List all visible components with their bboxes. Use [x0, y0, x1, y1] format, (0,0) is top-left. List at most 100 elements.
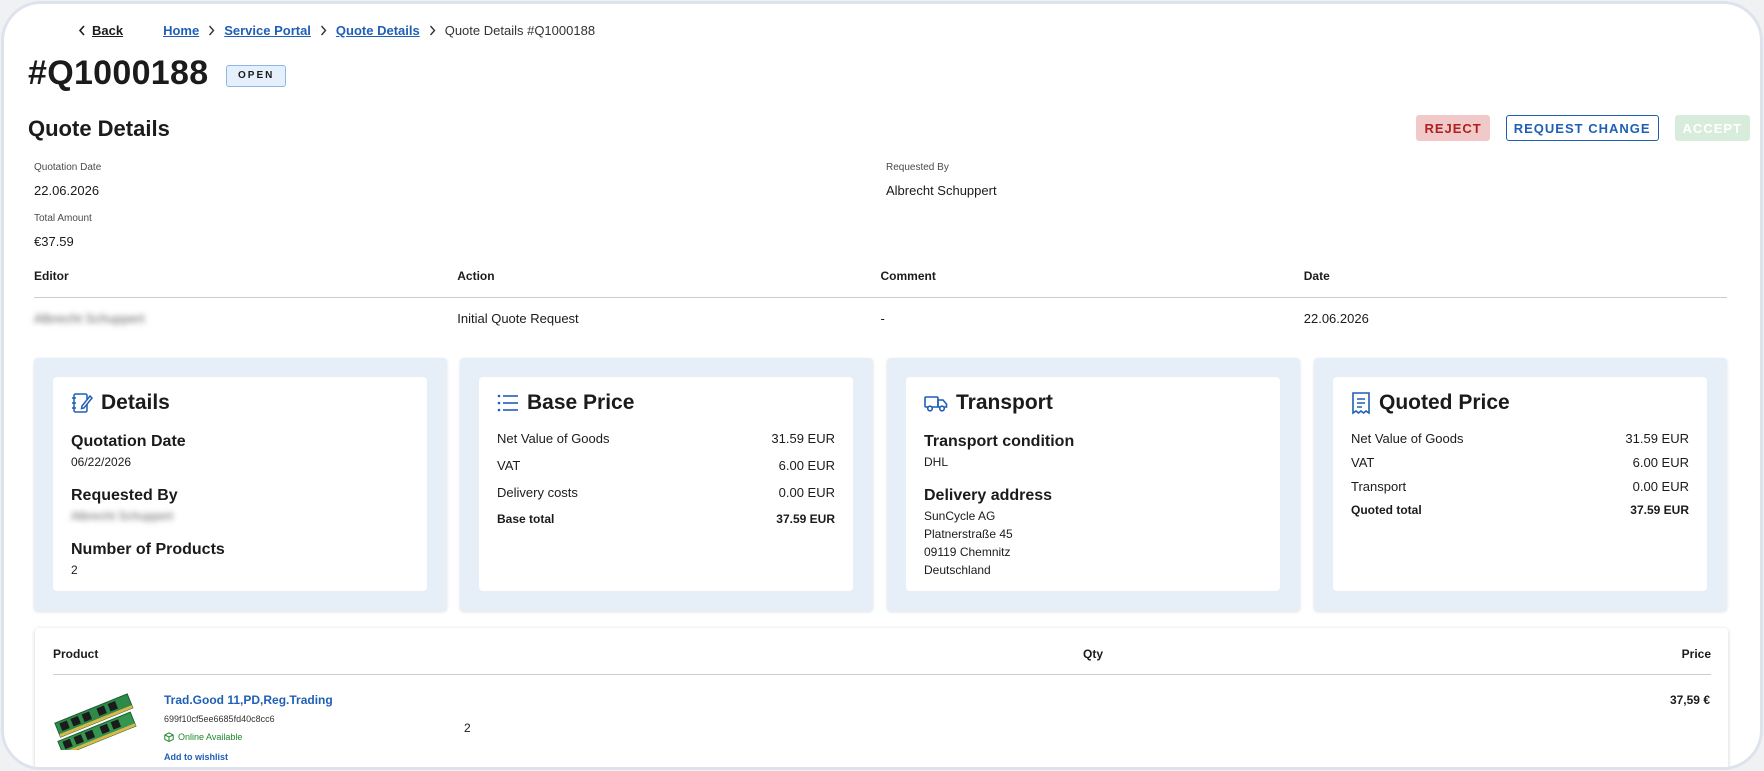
quotation-date-value: 22.06.2026 — [34, 183, 100, 198]
quoted-price-row: Transport 0.00 EUR — [1351, 479, 1689, 503]
details-card-title: Details — [71, 391, 409, 415]
quoted-price-row: VAT 6.00 EUR — [1351, 455, 1689, 479]
col-price: Price — [1681, 647, 1711, 661]
price-label: VAT — [1351, 455, 1375, 470]
products-header: Product Qty Price — [53, 647, 1711, 675]
price-label: Net Value of Goods — [1351, 431, 1464, 446]
breadcrumb-home[interactable]: Home — [163, 23, 199, 38]
base-price-card-body: Base Price Net Value of Goods 31.59 EUR V… — [479, 377, 853, 591]
chevron-right-icon — [320, 25, 327, 36]
price-value: 6.00 EUR — [778, 458, 835, 473]
base-price-row: VAT 6.00 EUR — [497, 458, 835, 485]
price-value: 0.00 EUR — [1632, 479, 1689, 494]
price-value: 31.59 EUR — [1625, 431, 1689, 446]
request-change-button[interactable]: REQUEST CHANGE — [1505, 115, 1659, 141]
col-action: Action — [457, 269, 495, 283]
products-table: Product Qty Price Trad.Good 11,PD,Reg.Tr… — [35, 628, 1728, 767]
product-image[interactable] — [53, 692, 137, 756]
address-line: 09119 Chemnitz — [924, 545, 1011, 559]
details-products-label: Number of Products — [71, 541, 225, 558]
transport-condition-label: Transport condition — [924, 433, 1075, 450]
quoted-total-label: Quoted total — [1351, 503, 1422, 517]
breadcrumb-service-portal[interactable]: Service Portal — [224, 23, 311, 38]
delivery-address: SunCycle AG Platnerstraße 45 09119 Chemn… — [924, 507, 1262, 579]
availability-status: Online Available — [164, 732, 242, 742]
product-name-link[interactable]: Trad.Good 11,PD,Reg.Trading — [164, 693, 333, 707]
base-price-title: Base Price — [527, 391, 635, 414]
back-link[interactable]: Back — [78, 23, 123, 38]
availability-label: Online Available — [178, 732, 243, 742]
details-requested-by-blurred: Albrecht Schuppert — [71, 509, 174, 523]
price-label: Net Value of Goods — [497, 431, 610, 446]
quoted-total-row: Quoted total 37.59 EUR — [1351, 503, 1689, 517]
address-line: Deutschland — [924, 563, 991, 577]
product-sku: 699f10cf5ee6685fd40c8cc6 — [164, 714, 275, 724]
receipt-icon — [1352, 392, 1370, 415]
quotation-date-label: Quotation Date — [34, 162, 102, 173]
status-badge: OPEN — [226, 65, 287, 87]
history-date: 22.06.2026 — [1303, 311, 1369, 326]
history-editor: Albrecht Schuppert — [34, 311, 457, 326]
details-quotation-date: 06/22/2026 — [71, 455, 132, 469]
address-line: SunCycle AG — [924, 509, 996, 523]
transport-condition: DHL — [924, 455, 949, 469]
base-total-value: 37.59 EUR — [776, 512, 835, 526]
details-products: 2 — [71, 563, 78, 577]
truck-icon — [924, 396, 948, 412]
col-date: Date — [1303, 269, 1330, 283]
add-to-wishlist-link[interactable]: Add to wishlist — [164, 752, 228, 762]
quoted-total-value: 37.59 EUR — [1630, 503, 1689, 517]
breadcrumb-current: Quote Details #Q1000188 — [444, 23, 596, 38]
history-action: Initial Quote Request — [457, 311, 579, 326]
edit-note-icon — [72, 393, 93, 413]
transport-title: Transport — [956, 391, 1053, 414]
breadcrumb-quote-details[interactable]: Quote Details — [336, 23, 420, 38]
chevron-right-icon — [208, 25, 215, 36]
price-value: 0.00 EUR — [778, 485, 835, 500]
transport-card-title: Transport — [924, 391, 1262, 415]
requested-by-value: Albrecht Schuppert — [886, 183, 997, 198]
history-table: Editor Action Comment Date Albrecht Schu… — [34, 269, 1727, 339]
address-line: Platnerstraße 45 — [924, 527, 1013, 541]
chevron-left-icon — [78, 25, 85, 36]
delivery-address-label: Delivery address — [924, 487, 1053, 504]
quoted-price-card: Quoted Price Net Value of Goods 31.59 EUR… — [1314, 358, 1727, 611]
price-value: 31.59 EUR — [771, 431, 835, 446]
chevron-right-icon — [429, 25, 436, 36]
history-comment: - — [880, 311, 885, 326]
product-price: 37,59 € — [1669, 693, 1710, 707]
quoted-price-title: Quoted Price — [1379, 391, 1510, 414]
base-price-card-title: Base Price — [497, 391, 835, 415]
window-frame: Back Home Service Portal Quote Details Q… — [1, 1, 1763, 770]
back-label: Back — [92, 23, 124, 38]
quoted-price-card-title: Quoted Price — [1351, 391, 1689, 415]
editor-name-blurred: Albrecht Schuppert — [34, 311, 145, 326]
price-label: VAT — [497, 458, 521, 473]
total-amount-value: €37.59 — [34, 234, 74, 249]
transport-card-body: Transport Transport condition DHL Delive… — [906, 377, 1280, 591]
requested-by-label: Requested By — [886, 162, 949, 173]
quote-actions: REJECT REQUEST CHANGE ACCEPT — [1416, 115, 1750, 141]
box-icon — [164, 732, 174, 742]
price-label: Delivery costs — [497, 485, 578, 500]
breadcrumb: Back Home Service Portal Quote Details Q… — [78, 23, 595, 38]
total-amount-label: Total Amount — [34, 213, 92, 224]
product-qty: 2 — [464, 721, 471, 735]
details-card-body: Details Quotation Date 06/22/2026 Reques… — [53, 377, 427, 591]
base-price-card: Base Price Net Value of Goods 31.59 EUR V… — [460, 358, 873, 611]
transport-card: Transport Transport condition DHL Delive… — [887, 358, 1300, 611]
price-label: Transport — [1351, 479, 1407, 494]
details-quotation-date-label: Quotation Date — [71, 433, 186, 450]
page-title: #Q1000188 — [28, 54, 209, 92]
section-title: Quote Details — [28, 116, 170, 141]
col-qty: Qty — [1083, 647, 1104, 661]
accept-button[interactable]: ACCEPT — [1674, 115, 1750, 141]
list-icon — [497, 394, 518, 412]
details-card: Details Quotation Date 06/22/2026 Reques… — [34, 358, 447, 611]
reject-button[interactable]: REJECT — [1416, 115, 1490, 141]
page-content: Back Home Service Portal Quote Details Q… — [26, 4, 1750, 767]
col-comment: Comment — [880, 269, 936, 283]
col-editor: Editor — [34, 269, 69, 283]
table-row: Albrecht Schuppert Initial Quote Request… — [34, 298, 1727, 339]
base-price-row: Delivery costs 0.00 EUR — [497, 485, 835, 512]
